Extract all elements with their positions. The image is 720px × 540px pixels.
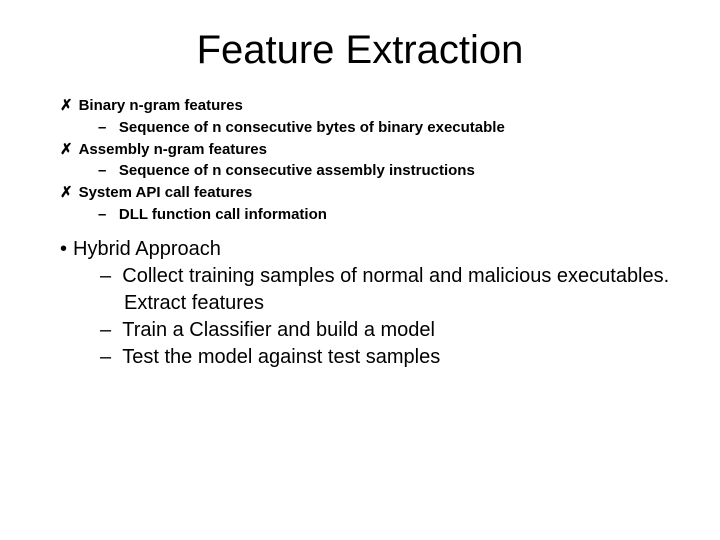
large-list: • Hybrid Approach – Collect training sam… <box>50 236 670 371</box>
dash-icon: – <box>98 206 106 223</box>
sub-item: – Sequence of n consecutive bytes of bin… <box>60 117 670 139</box>
sub-item: – Train a Classifier and build a model <box>60 317 670 344</box>
sub-label: Sequence of n consecutive assembly instr… <box>119 162 475 179</box>
sub-label: DLL function call information <box>119 206 327 223</box>
cross-icon: ✗ <box>60 139 73 161</box>
small-list: ✗ Binary n-gram features – Sequence of n… <box>50 95 670 226</box>
dash-icon: – <box>100 265 111 287</box>
cross-icon: ✗ <box>60 182 73 204</box>
item-label: System API call features <box>79 182 253 204</box>
dash-icon: – <box>98 162 106 179</box>
item-label: Binary n-gram features <box>79 95 243 117</box>
slide-title: Feature Extraction <box>50 28 670 73</box>
sub-label: Collect training samples of normal and m… <box>122 265 669 287</box>
sub-label: Test the model against test samples <box>122 346 440 368</box>
item-label: Assembly n-gram features <box>79 139 267 161</box>
dash-icon: – <box>100 346 111 368</box>
sub-item: – Sequence of n consecutive assembly ins… <box>60 160 670 182</box>
sub-label: Train a Classifier and build a model <box>122 319 435 341</box>
list-item: ✗ Assembly n-gram features <box>60 139 670 161</box>
cross-icon: ✗ <box>60 95 73 117</box>
sub-item: – DLL function call information <box>60 204 670 226</box>
sub-item-cont: Extract features <box>60 290 670 317</box>
list-item: ✗ Binary n-gram features <box>60 95 670 117</box>
item-label: Hybrid Approach <box>73 236 221 263</box>
list-item: • Hybrid Approach <box>60 236 670 263</box>
dash-icon: – <box>100 319 111 341</box>
dot-icon: • <box>60 236 67 263</box>
sub-item: – Test the model against test samples <box>60 344 670 371</box>
list-item: ✗ System API call features <box>60 182 670 204</box>
sub-label: Extract features <box>124 292 264 314</box>
sub-item: – Collect training samples of normal and… <box>60 263 670 290</box>
sub-label: Sequence of n consecutive bytes of binar… <box>119 119 505 136</box>
dash-icon: – <box>98 119 106 136</box>
slide: Feature Extraction ✗ Binary n-gram featu… <box>0 0 720 540</box>
